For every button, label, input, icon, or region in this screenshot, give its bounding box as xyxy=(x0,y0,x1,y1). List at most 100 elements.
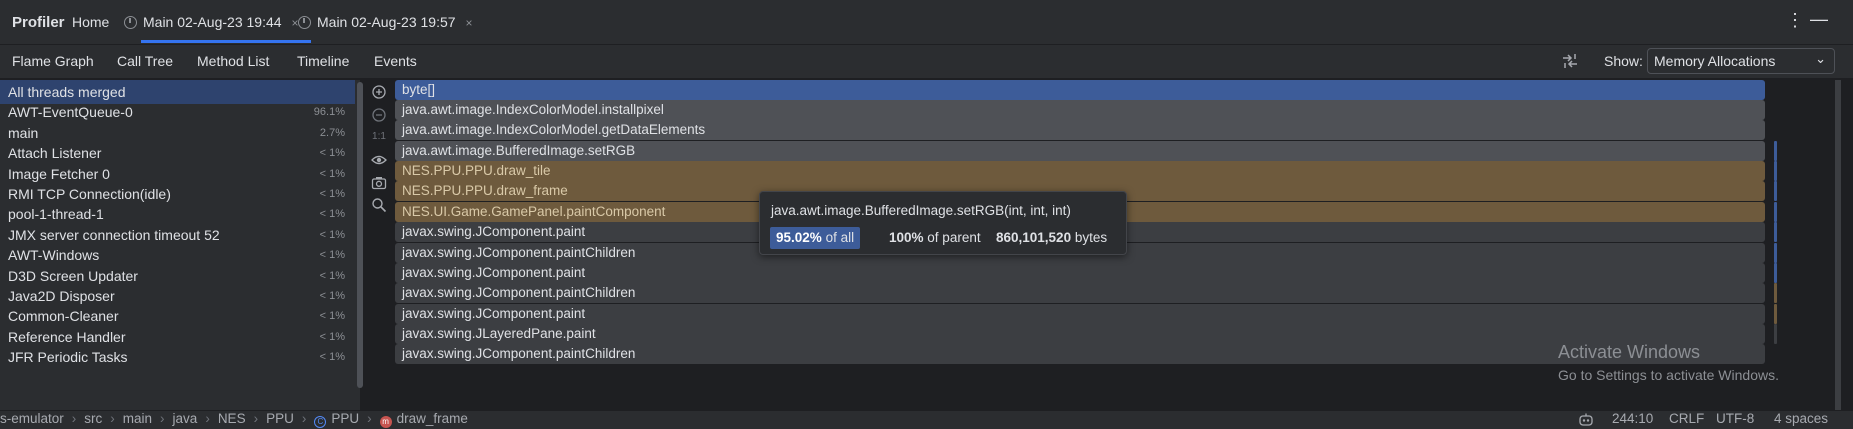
close-icon[interactable]: × xyxy=(466,16,473,30)
thread-pct: < 1% xyxy=(319,290,345,302)
tab-label: Main 02-Aug-23 19:44 xyxy=(143,14,282,30)
tab-session-1944[interactable]: Main 02-Aug-23 19:44 × xyxy=(124,14,299,30)
frame-label: javax.swing.JComponent.paint xyxy=(402,306,586,321)
reset-zoom-button[interactable]: 1:1 xyxy=(371,131,387,147)
flame-frame[interactable]: byte[] xyxy=(395,80,1765,100)
show-dropdown-value: Memory Allocations xyxy=(1654,53,1776,69)
thread-pct: < 1% xyxy=(319,229,345,241)
search-icon[interactable] xyxy=(371,197,387,213)
thread-pct: < 1% xyxy=(319,270,345,282)
flame-frame[interactable]: java.awt.image.IndexColorModel.getDataEl… xyxy=(395,120,1765,140)
zoom-out-icon[interactable] xyxy=(371,107,387,123)
flame-frame-small[interactable] xyxy=(1774,263,1777,283)
frame-label: byte[] xyxy=(402,82,436,97)
tooltip-pct-parent: 100% of parent xyxy=(889,230,981,245)
flame-frame[interactable]: javax.swing.JLayeredPane.paint xyxy=(395,324,1765,344)
thread-name: pool-1-thread-1 xyxy=(8,206,104,222)
frame-tooltip: java.awt.image.BufferedImage.setRGB(int,… xyxy=(759,191,1127,255)
flame-frame[interactable]: NES.PPU.PPU.draw_tile xyxy=(395,161,1765,181)
flame-frame-small[interactable] xyxy=(1774,243,1777,263)
line-ending[interactable]: CRLF xyxy=(1669,411,1704,426)
clock-icon xyxy=(124,16,137,29)
pct-parent-suffix: of parent xyxy=(927,230,981,245)
threads-list: All threads merged AWT-EventQueue-0 96.1%… xyxy=(0,80,360,410)
file-encoding[interactable]: UTF-8 xyxy=(1716,411,1754,426)
thread-pct: < 1% xyxy=(319,331,345,343)
flame-frame-small[interactable] xyxy=(1774,161,1777,181)
thread-pct: < 1% xyxy=(319,249,345,261)
zoom-in-icon[interactable] xyxy=(371,84,387,100)
thread-pct: < 1% xyxy=(319,147,345,159)
minimize-icon[interactable]: — xyxy=(1810,9,1828,30)
thread-pct: < 1% xyxy=(319,351,345,363)
breadcrumb-item[interactable]: src xyxy=(84,411,102,426)
thread-name: Java2D Disposer xyxy=(8,288,115,304)
breadcrumb: s-emulator › src › main › java › NES › PPU › C PPU › m d… xyxy=(0,411,468,428)
show-dropdown[interactable]: Memory Allocations ⌄ xyxy=(1647,48,1835,74)
flame-frame-small[interactable] xyxy=(1774,202,1777,222)
thread-row[interactable]: JFR Periodic Tasks < 1% xyxy=(0,345,355,369)
flame-frame[interactable]: javax.swing.JComponent.paintChildren xyxy=(395,283,1765,303)
thread-name: D3D Screen Updater xyxy=(8,268,138,284)
more-options-icon[interactable]: ⋮ xyxy=(1786,10,1804,31)
frame-label: java.awt.image.IndexColorModel.installpi… xyxy=(402,102,664,117)
chevron-down-icon: ⌄ xyxy=(1815,51,1826,66)
collapse-arrows-icon[interactable] xyxy=(1560,51,1580,71)
tab-home[interactable]: Home xyxy=(72,14,109,30)
flame-frame-small[interactable] xyxy=(1774,304,1777,324)
show-label: Show: xyxy=(1604,53,1643,69)
pct-all-value: 95.02% xyxy=(776,230,822,245)
breadcrumb-item[interactable]: main xyxy=(123,411,152,426)
threads-scrollbar[interactable] xyxy=(357,82,363,388)
indent-setting[interactable]: 4 spaces xyxy=(1774,411,1828,426)
tab-call-tree[interactable]: Call Tree xyxy=(117,53,173,69)
frame-label: javax.swing.JComponent.paintChildren xyxy=(402,285,636,300)
flame-frame-small[interactable] xyxy=(1774,324,1777,344)
method-icon: m xyxy=(379,416,392,428)
flame-frame-small[interactable] xyxy=(1774,222,1777,242)
class-icon: C xyxy=(314,416,327,428)
flame-frame-small[interactable] xyxy=(1774,283,1777,303)
thread-pct: 96.1% xyxy=(313,106,345,118)
frame-label: java.awt.image.BufferedImage.setRGB xyxy=(402,143,636,158)
status-bar: s-emulator › src › main › java › NES › PPU › C PPU › m d… xyxy=(0,410,1853,429)
frame-label: javax.swing.JLayeredPane.paint xyxy=(402,326,596,341)
thread-name: main xyxy=(8,125,39,141)
camera-icon[interactable] xyxy=(371,175,387,191)
flame-frame[interactable]: javax.swing.JComponent.paint xyxy=(395,263,1765,283)
thread-pct: < 1% xyxy=(319,310,345,322)
eye-icon[interactable] xyxy=(371,152,387,168)
flame-frame[interactable]: java.awt.image.BufferedImage.setRGB xyxy=(395,141,1765,161)
frame-label: javax.swing.JComponent.paint xyxy=(402,265,586,280)
breadcrumb-item[interactable]: draw_frame xyxy=(397,411,468,426)
flame-frame[interactable]: java.awt.image.IndexColorModel.installpi… xyxy=(395,100,1765,120)
tooltip-bytes: 860,101,520 bytes xyxy=(996,230,1107,245)
breadcrumb-item[interactable]: PPU xyxy=(266,411,294,426)
pct-parent-value: 100% xyxy=(889,230,924,245)
breadcrumb-item[interactable]: NES xyxy=(218,411,246,426)
flame-scrollbar[interactable] xyxy=(1835,80,1841,410)
caret-position[interactable]: 244:10 xyxy=(1612,411,1653,426)
tab-flame-graph[interactable]: Flame Graph xyxy=(12,53,94,69)
thread-name: JMX server connection timeout 52 xyxy=(8,227,220,243)
tab-session-1957[interactable]: Main 02-Aug-23 19:57 × xyxy=(298,14,473,30)
flame-frame-small[interactable] xyxy=(1774,181,1777,201)
title-bar: Profiler Home Main 02-Aug-23 19:44 × Main… xyxy=(0,0,1853,45)
watermark-subtitle: Go to Settings to activate Windows. xyxy=(1558,367,1779,383)
tab-label: Home xyxy=(72,14,110,30)
tab-timeline[interactable]: Timeline xyxy=(297,53,349,69)
flame-frame[interactable]: javax.swing.JComponent.paint xyxy=(395,304,1765,324)
clock-icon xyxy=(298,16,311,29)
pct-all-suffix: of all xyxy=(825,230,855,245)
ai-assistant-icon[interactable] xyxy=(1578,412,1594,428)
breadcrumb-item[interactable]: PPU xyxy=(331,411,359,426)
tab-method-list[interactable]: Method List xyxy=(197,53,269,69)
flame-frame-small[interactable] xyxy=(1774,141,1777,161)
activation-watermark: Activate Windows Go to Settings to activ… xyxy=(1558,342,1779,383)
thread-name: All threads merged xyxy=(8,84,126,100)
thread-name: RMI TCP Connection(idle) xyxy=(8,186,171,202)
frame-label: NES.PPU.PPU.draw_tile xyxy=(402,163,551,178)
breadcrumb-item[interactable]: s-emulator xyxy=(0,411,64,426)
breadcrumb-item[interactable]: java xyxy=(173,411,198,426)
tab-events[interactable]: Events xyxy=(374,53,417,69)
